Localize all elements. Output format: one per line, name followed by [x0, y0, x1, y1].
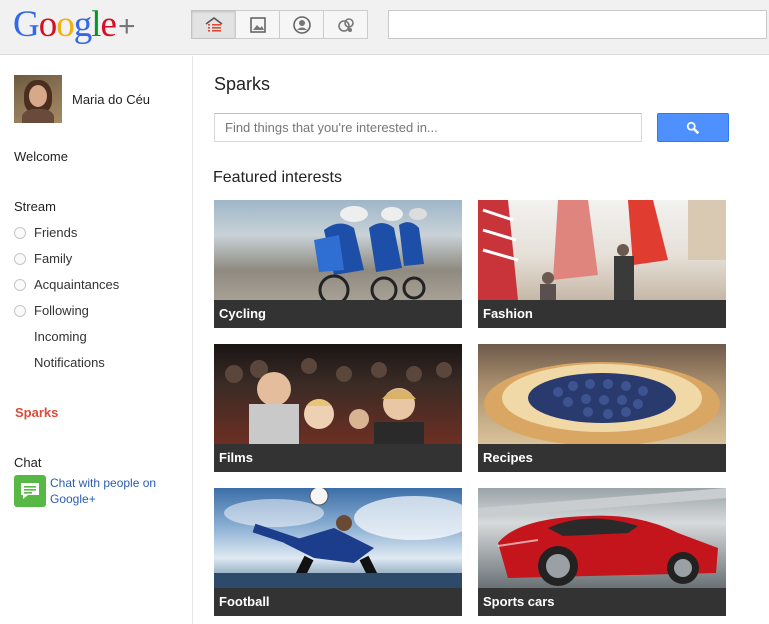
- top-search-input[interactable]: [388, 10, 767, 39]
- interest-label: Films: [214, 444, 462, 472]
- interest-card-cycling[interactable]: Cycling: [214, 200, 462, 328]
- interest-card-fashion[interactable]: Fashion: [478, 200, 726, 328]
- profile-summary[interactable]: Maria do Céu: [14, 75, 150, 123]
- circle-icon: [14, 304, 26, 317]
- sidebar-item-label: Following: [34, 303, 89, 318]
- interest-card-football[interactable]: Football: [214, 488, 462, 616]
- photos-button[interactable]: [235, 10, 280, 39]
- sidebar-item-family[interactable]: Family: [14, 251, 72, 266]
- sports-cars-image: [478, 488, 726, 588]
- circles-button[interactable]: [323, 10, 368, 39]
- sidebar-item-label: Family: [34, 251, 73, 266]
- search-icon: [686, 121, 700, 134]
- sidebar-item-incoming[interactable]: Incoming: [14, 329, 87, 344]
- circles-icon: [337, 17, 354, 32]
- nav-buttons: [191, 10, 368, 39]
- sidebar-item-acquaintances[interactable]: Acquaintances: [14, 277, 119, 292]
- circle-icon: [14, 252, 26, 265]
- cycling-image: [214, 200, 462, 306]
- films-image: [214, 344, 462, 444]
- sidebar-item-label: Notifications: [34, 355, 105, 370]
- avatar[interactable]: [14, 75, 62, 123]
- chat-link-text[interactable]: Chat with people on Google+: [50, 475, 160, 507]
- interest-label: Sports cars: [478, 588, 726, 616]
- interest-label: Football: [214, 588, 462, 616]
- circle-icon: [14, 278, 26, 291]
- football-image: [214, 488, 462, 591]
- section-title: Featured interests: [213, 169, 342, 186]
- sidebar-item-label: Incoming: [34, 329, 87, 344]
- interest-label: Recipes: [478, 444, 726, 472]
- sidebar-item-notifications[interactable]: Notifications: [14, 355, 105, 370]
- sidebar-item-stream[interactable]: Stream: [14, 199, 56, 214]
- page-title: Sparks: [214, 74, 271, 94]
- interest-label: Fashion: [478, 300, 726, 328]
- top-bar: Google+: [0, 0, 769, 55]
- sidebar-item-sparks[interactable]: Sparks: [15, 405, 58, 420]
- main-content: Sparks Featured interests: [193, 56, 769, 624]
- chat-label: Chat: [14, 455, 42, 470]
- profile-icon: [292, 15, 311, 34]
- photos-icon: [249, 16, 266, 33]
- interest-card-recipes[interactable]: Recipes: [478, 344, 726, 472]
- fashion-image: [478, 200, 726, 300]
- sidebar-item-welcome[interactable]: Welcome: [14, 149, 68, 164]
- interest-card-films[interactable]: Films: [214, 344, 462, 472]
- sidebar-item-label: Acquaintances: [34, 277, 120, 292]
- circle-icon: [14, 226, 26, 239]
- home-button[interactable]: [191, 10, 236, 39]
- sidebar-item-following[interactable]: Following: [14, 303, 89, 318]
- sparks-search-input[interactable]: [214, 113, 642, 142]
- chat-bubble-icon: [14, 475, 46, 507]
- sidebar-item-friends[interactable]: Friends: [14, 225, 77, 240]
- search-button[interactable]: [657, 113, 729, 142]
- home-icon: [205, 16, 222, 32]
- profile-name[interactable]: Maria do Céu: [72, 92, 150, 107]
- chat-link[interactable]: Chat with people on Google+: [14, 475, 160, 507]
- interest-card-sports-cars[interactable]: Sports cars: [478, 488, 726, 616]
- interest-label: Cycling: [214, 300, 462, 328]
- google-plus-logo[interactable]: Google+: [13, 5, 135, 47]
- profile-button[interactable]: [279, 10, 324, 39]
- recipes-image: [478, 344, 726, 446]
- sidebar-item-label: Friends: [34, 225, 78, 240]
- sidebar: Maria do Céu Welcome Stream Friends Fami…: [0, 56, 193, 624]
